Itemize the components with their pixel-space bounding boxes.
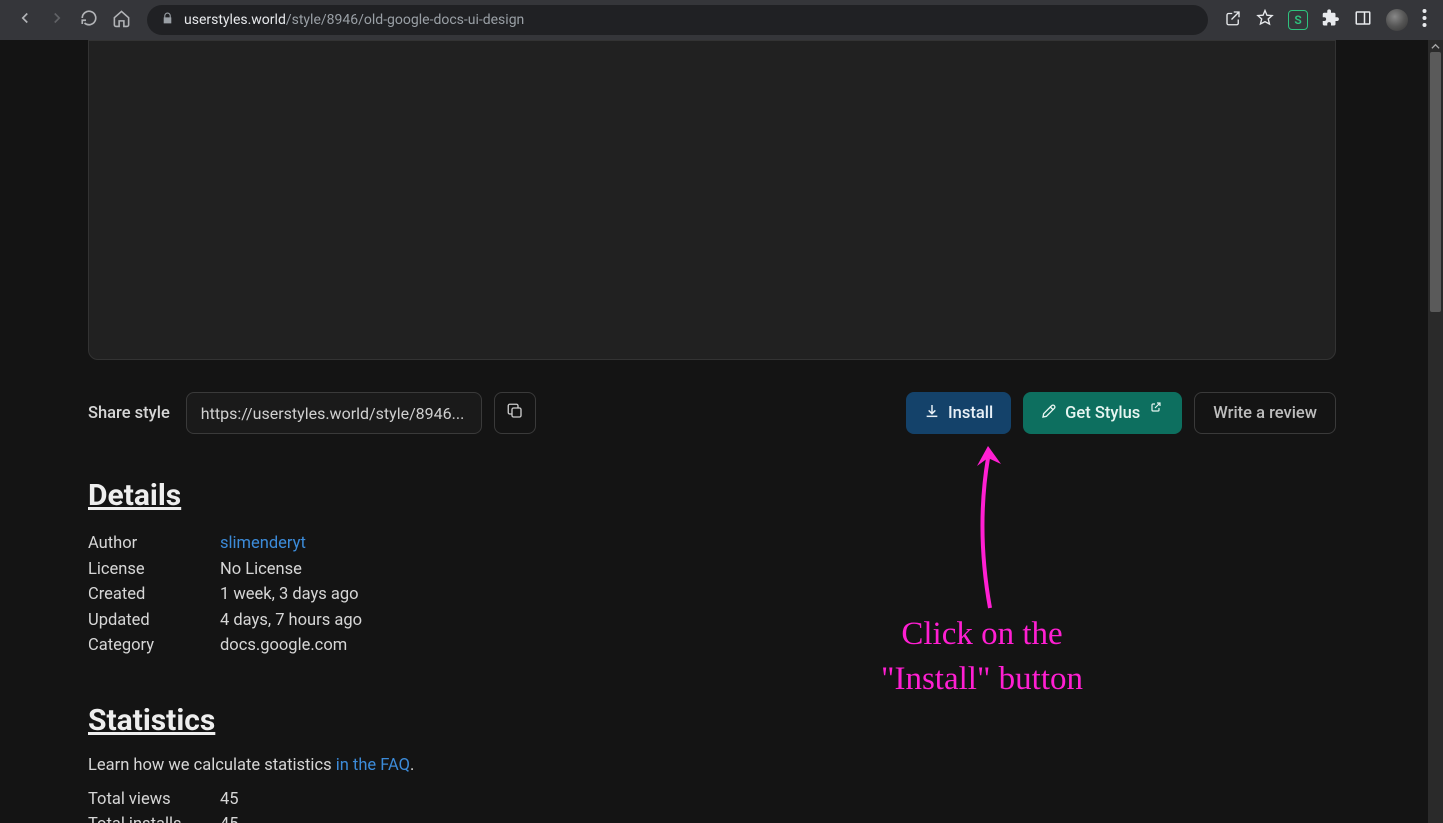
write-review-button[interactable]: Write a review xyxy=(1194,392,1336,434)
copy-button[interactable] xyxy=(494,392,536,434)
address-bar[interactable]: userstyles.world/style/8946/old-google-d… xyxy=(147,5,1208,35)
page-viewport: Share style https://userstyles.world/sty… xyxy=(0,40,1443,823)
external-link-icon xyxy=(1148,400,1164,414)
menu-icon[interactable] xyxy=(1422,9,1427,31)
style-preview-image xyxy=(88,40,1336,360)
install-button-label: Install xyxy=(948,404,993,423)
copy-icon xyxy=(506,402,524,424)
statistics-key: Total installs xyxy=(88,812,220,823)
statistics-row: Total installs45 xyxy=(88,812,1336,823)
faq-link[interactable]: in the FAQ xyxy=(336,756,410,775)
statistics-value: 45 xyxy=(220,812,239,823)
details-row: Authorslimenderyt xyxy=(88,531,1336,557)
details-value: 1 week, 3 days ago xyxy=(220,582,359,608)
statistics-heading: Statistics xyxy=(88,703,1336,738)
details-row: Created1 week, 3 days ago xyxy=(88,582,1336,608)
statistics-intro: Learn how we calculate statistics in the… xyxy=(88,756,1336,775)
install-button[interactable]: Install xyxy=(906,392,1011,434)
details-value: 4 days, 7 hours ago xyxy=(220,608,362,634)
statistics-key: Total views xyxy=(88,787,220,813)
share-page-icon[interactable] xyxy=(1224,9,1242,31)
details-heading: Details xyxy=(88,478,1336,513)
get-stylus-label: Get Stylus xyxy=(1065,404,1140,423)
details-key: License xyxy=(88,557,220,583)
forward-button[interactable] xyxy=(48,9,66,31)
scrollbar-thumb[interactable] xyxy=(1430,52,1441,312)
action-row: Share style https://userstyles.world/sty… xyxy=(88,392,1336,434)
details-value: slimenderyt xyxy=(220,531,306,557)
scrollbar[interactable] xyxy=(1428,40,1443,823)
browser-toolbar: userstyles.world/style/8946/old-google-d… xyxy=(0,0,1443,40)
panel-icon[interactable] xyxy=(1354,9,1372,31)
url-text: userstyles.world/style/8946/old-google-d… xyxy=(184,12,524,28)
details-value: No License xyxy=(220,557,302,583)
details-list: AuthorslimenderytLicenseNo LicenseCreate… xyxy=(88,531,1336,659)
brush-icon xyxy=(1041,403,1057,424)
scroll-up-icon[interactable] xyxy=(1431,42,1440,51)
write-review-label: Write a review xyxy=(1213,404,1317,423)
download-icon xyxy=(924,403,940,424)
back-button[interactable] xyxy=(16,9,34,31)
share-label: Share style xyxy=(88,404,170,423)
lock-icon xyxy=(161,12,174,29)
details-row: Categorydocs.google.com xyxy=(88,633,1336,659)
details-row: LicenseNo License xyxy=(88,557,1336,583)
author-link[interactable]: slimenderyt xyxy=(220,534,306,553)
profile-avatar[interactable] xyxy=(1386,9,1408,31)
details-row: Updated4 days, 7 hours ago xyxy=(88,608,1336,634)
details-key: Updated xyxy=(88,608,220,634)
statistics-row: Total views45 xyxy=(88,787,1336,813)
statistics-list: Total views45Total installs45Weekly inst… xyxy=(88,787,1336,823)
statistics-value: 45 xyxy=(220,787,239,813)
details-key: Created xyxy=(88,582,220,608)
bookmark-icon[interactable] xyxy=(1256,9,1274,31)
details-key: Author xyxy=(88,531,220,557)
extensions-icon[interactable] xyxy=(1322,9,1340,31)
stylus-extension-icon[interactable]: S xyxy=(1288,10,1308,30)
details-value: docs.google.com xyxy=(220,633,347,659)
details-key: Category xyxy=(88,633,220,659)
get-stylus-button[interactable]: Get Stylus xyxy=(1023,392,1182,434)
home-button[interactable] xyxy=(112,9,131,32)
reload-button[interactable] xyxy=(80,9,98,31)
share-url-input[interactable]: https://userstyles.world/style/8946... xyxy=(186,392,482,434)
